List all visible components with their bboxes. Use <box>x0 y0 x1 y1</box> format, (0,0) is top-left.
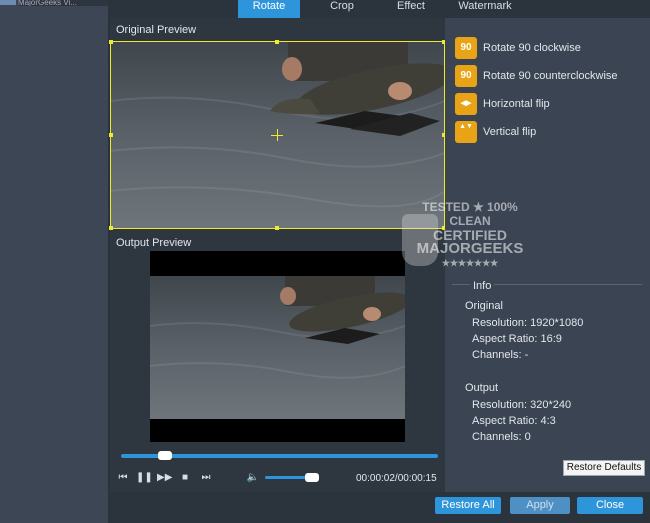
window-title: MajorGeeks Vi... <box>18 0 110 6</box>
original-preview-label: Original Preview <box>116 24 197 36</box>
original-channels: Channels: - <box>472 349 529 361</box>
original-aspect-ratio: Aspect Ratio: 16:9 <box>472 333 562 345</box>
crop-handle[interactable] <box>109 40 113 44</box>
crop-handle[interactable] <box>275 226 279 230</box>
rotate-counterclockwise-label: Rotate 90 counterclockwise <box>483 70 618 82</box>
horizontal-flip-label: Horizontal flip <box>483 98 550 110</box>
skip-back-icon[interactable]: ⏮ <box>116 470 130 486</box>
app-icon <box>0 0 16 5</box>
apply-button[interactable]: Apply <box>510 497 570 514</box>
original-info-heading: Original <box>465 300 503 312</box>
output-info-heading: Output <box>465 382 499 394</box>
rotate-clockwise-label: Rotate 90 clockwise <box>483 42 581 54</box>
fast-forward-icon[interactable]: ▶▶ <box>157 470 172 486</box>
crop-handle[interactable] <box>275 40 279 44</box>
output-resolution: Resolution: 320*240 <box>472 399 572 411</box>
info-title: Info <box>470 280 495 292</box>
restore-defaults-button[interactable]: Restore Defaults <box>563 460 645 476</box>
seek-handle[interactable] <box>158 451 172 460</box>
stop-icon[interactable]: ■ <box>178 470 192 486</box>
restore-all-button[interactable]: Restore All <box>435 497 501 514</box>
majorgeeks-certified-stamp: TESTED ★ 100% CLEAN CERTIFIED MAJORGEEKS… <box>402 200 538 274</box>
skip-forward-icon[interactable]: ⏭ <box>199 470 213 486</box>
crop-frame[interactable] <box>109 40 446 230</box>
output-aspect-ratio: Aspect Ratio: 4:3 <box>472 415 556 427</box>
volume-handle[interactable] <box>305 473 319 482</box>
tab-watermark[interactable]: Watermark <box>450 0 520 18</box>
tab-bar: Rotate Crop Effect Watermark <box>110 0 650 18</box>
tab-rotate[interactable]: Rotate <box>238 0 300 18</box>
output-channels: Channels: 0 <box>472 431 531 443</box>
tab-effect[interactable]: Effect <box>382 0 440 18</box>
stamp-text: TESTED ★ 100% CLEAN CERTIFIED MAJORGEEKS… <box>416 200 524 268</box>
output-preview-label: Output Preview <box>116 237 192 249</box>
tab-crop[interactable]: Crop <box>314 0 370 18</box>
time-display: 00:00:02/00:00:15 <box>356 473 437 484</box>
close-button[interactable]: Close <box>577 497 643 514</box>
output-preview-video <box>150 276 405 419</box>
crop-handle[interactable] <box>109 133 113 137</box>
rotate-counterclockwise-icon: 90 <box>455 65 477 87</box>
vertical-flip-icon: ▲▼ <box>455 121 477 143</box>
original-resolution: Resolution: 1920*1080 <box>472 317 584 329</box>
rotate-clockwise-icon: 90 <box>455 37 477 59</box>
crop-handle[interactable] <box>109 226 113 230</box>
horizontal-flip-icon: ◀▶ <box>455 93 477 115</box>
pause-icon[interactable]: ❚❚ <box>136 470 153 486</box>
background-window <box>0 0 110 523</box>
crosshair-icon <box>277 129 278 141</box>
volume-icon[interactable]: 🔈 <box>246 470 260 486</box>
vertical-flip-label: Vertical flip <box>483 126 537 138</box>
